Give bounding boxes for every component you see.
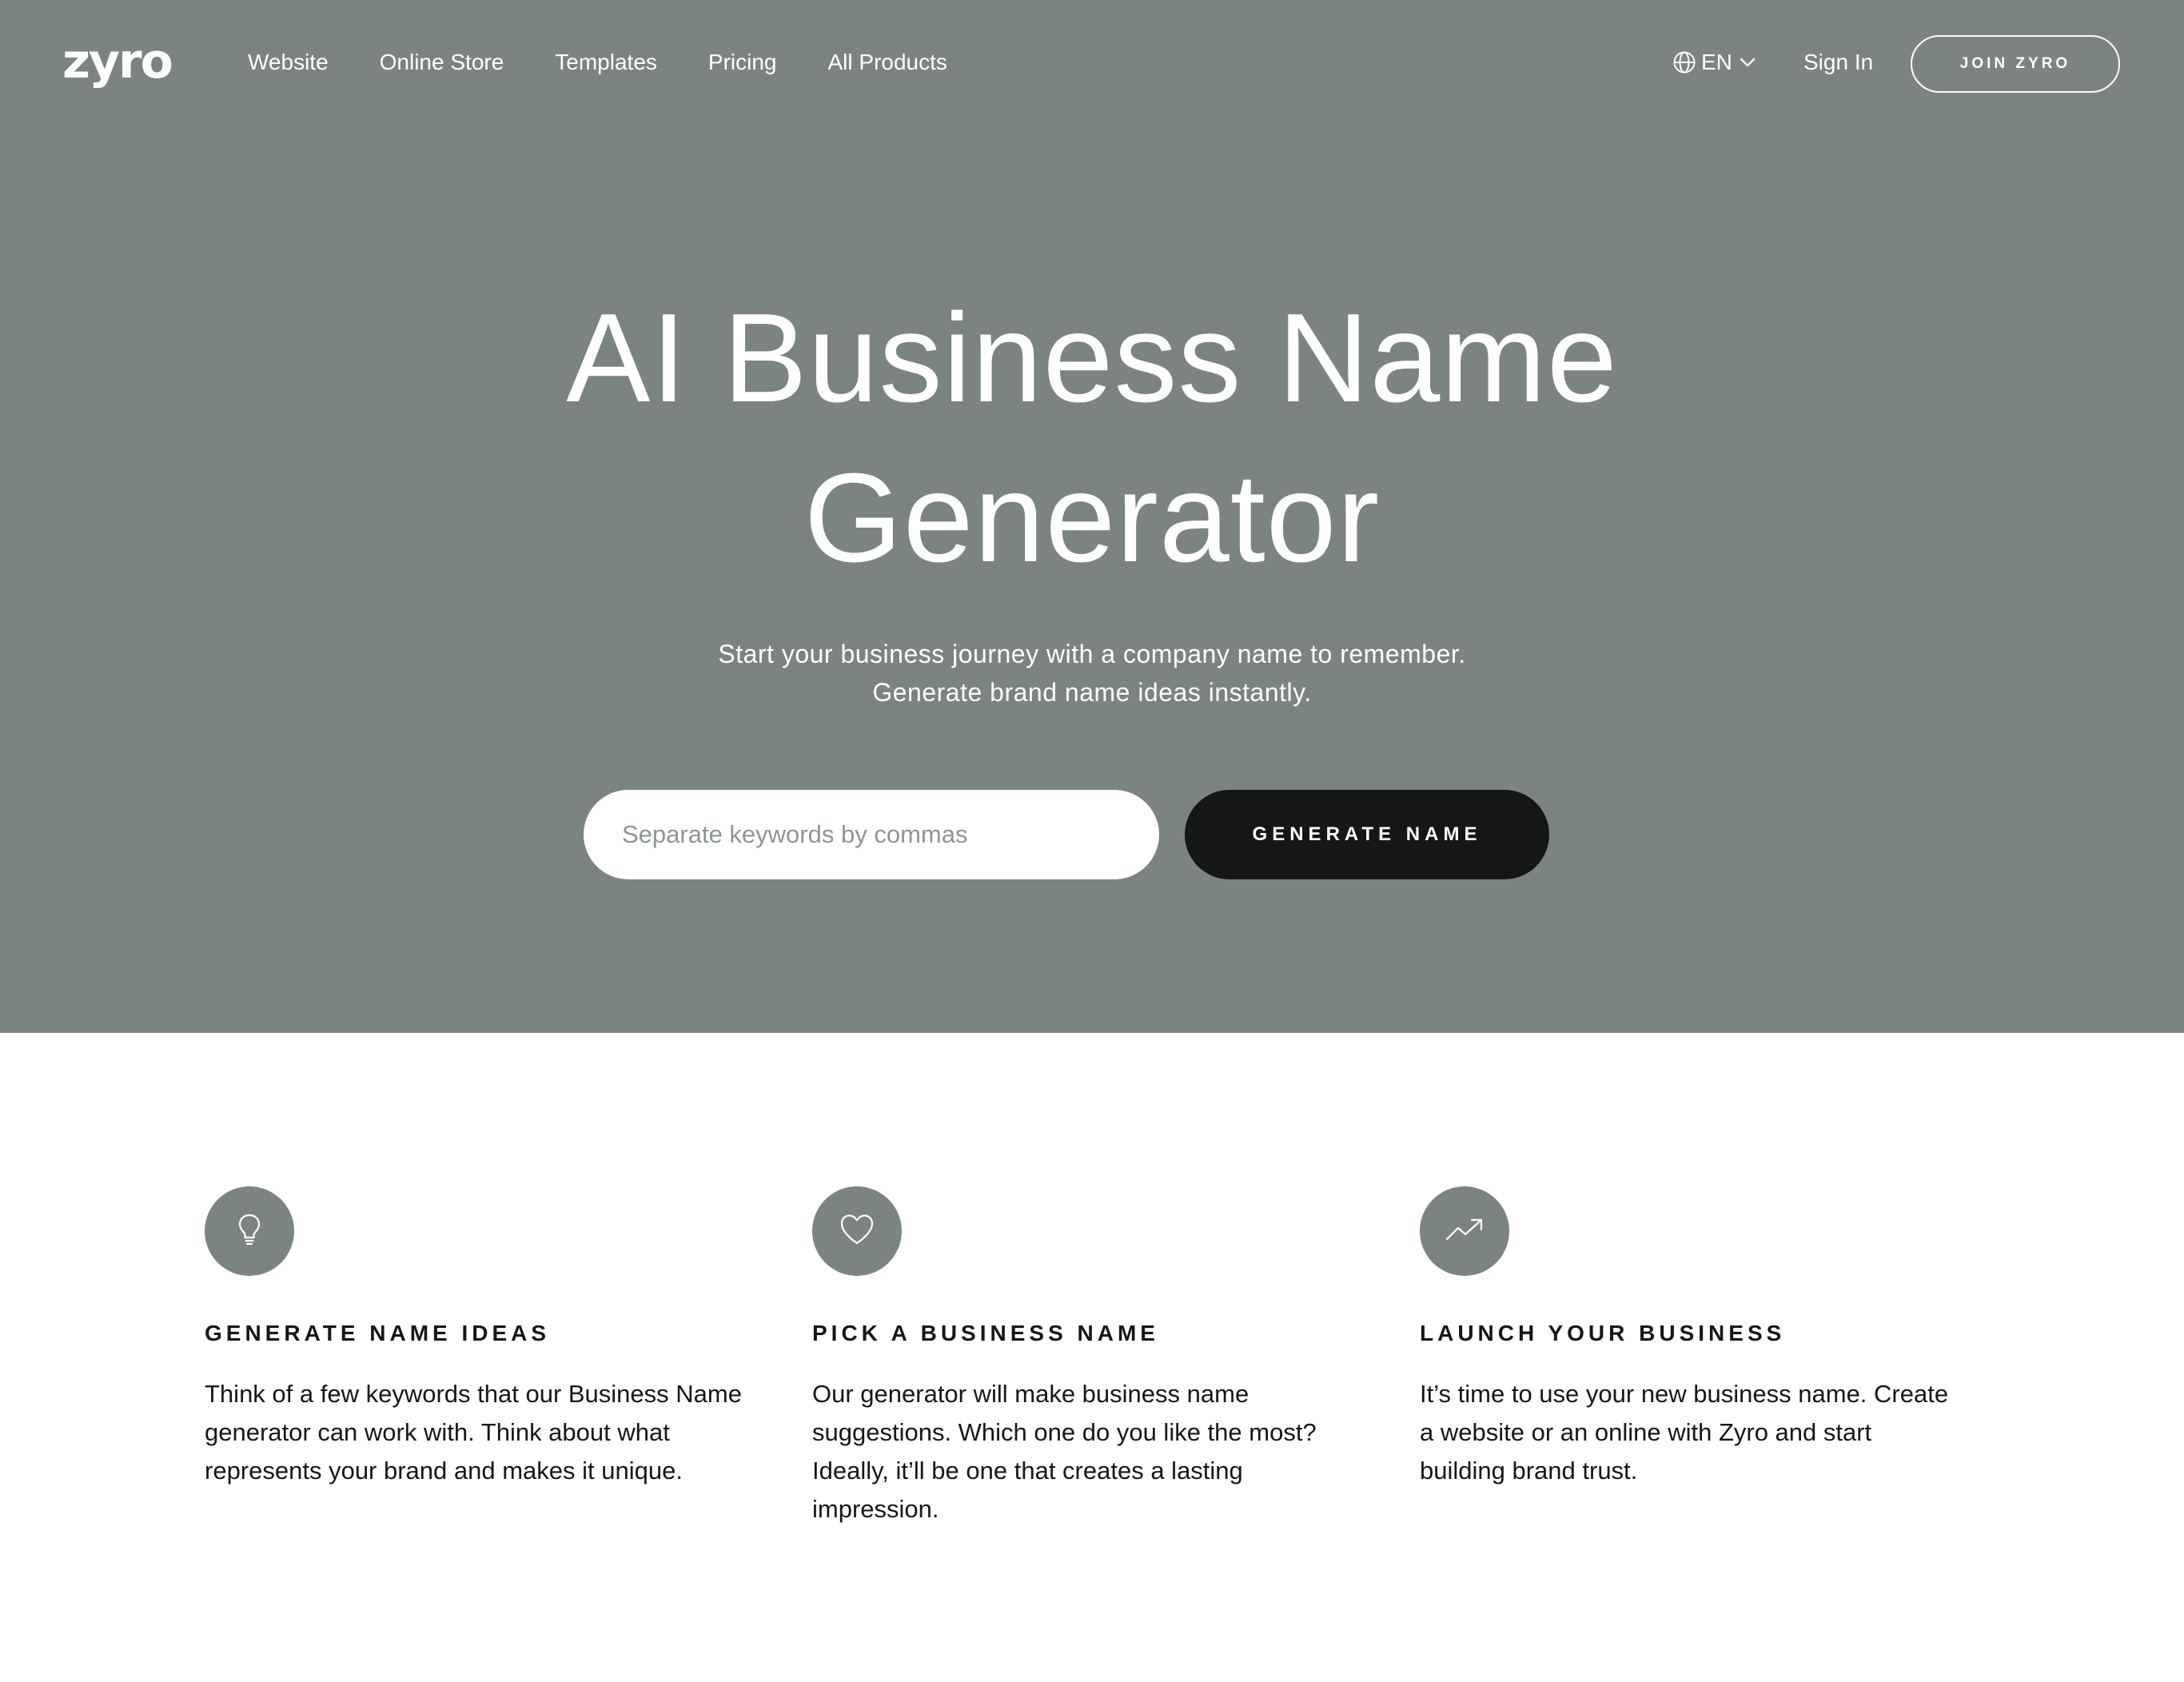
sign-in-link[interactable]: Sign In [1803,45,1873,80]
chevron-down-icon [1739,57,1756,68]
language-label: EN [1701,50,1732,74]
language-selector[interactable]: EN [1672,45,1756,80]
feature-pick-name: PICK A BUSINESS NAME Our generator will … [812,1186,1356,1529]
nav-item-online-store[interactable]: Online Store [380,45,504,80]
nav-item-templates[interactable]: Templates [555,45,657,80]
globe-icon [1672,50,1696,74]
feature-description: Think of a few keywords that our Busines… [205,1380,742,1485]
heart-icon [839,1213,875,1250]
hero-subtitle-line-1: Start your business journey with a compa… [718,640,1466,668]
zyro-logo[interactable]: zyro [62,34,173,90]
feature-description: Our generator will make business name su… [812,1380,1317,1523]
join-zyro-button[interactable]: JOIN ZYRO [1911,35,2120,93]
feature-description: It’s time to use your new business name.… [1420,1380,1949,1485]
feature-title: LAUNCH YOUR BUSINESS [1420,1321,1786,1345]
hero-section: zyro Website Online Store Templates Pric… [0,0,2184,1033]
page-title: AI Business Name Generator [452,278,1732,598]
feature-title: GENERATE NAME IDEAS [205,1321,551,1345]
feature-icon-circle [1420,1186,1509,1276]
feature-generate-ideas: GENERATE NAME IDEAS Think of a few keywo… [205,1186,748,1490]
lightbulb-icon [235,1212,264,1251]
feature-icon-circle [205,1186,294,1276]
trending-up-icon [1445,1217,1485,1246]
feature-icon-circle [812,1186,902,1276]
feature-title: PICK A BUSINESS NAME [812,1321,1159,1345]
hero-subtitle: Start your business journey with a compa… [532,635,1652,711]
nav-item-website[interactable]: Website [248,45,329,80]
main-nav: Website Online Store Templates Pricing A… [248,45,998,80]
page-title-line-2: Generator [803,448,1381,588]
nav-item-all-products[interactable]: All Products [828,45,947,80]
nav-item-pricing[interactable]: Pricing [708,45,777,80]
generate-name-button[interactable]: GENERATE NAME [1185,790,1549,879]
page-title-line-1: AI Business Name [566,288,1618,428]
keywords-input[interactable] [584,790,1159,879]
hero-subtitle-line-2: Generate brand name ideas instantly. [872,678,1312,707]
feature-launch-business: LAUNCH YOUR BUSINESS It’s time to use yo… [1420,1186,1963,1490]
